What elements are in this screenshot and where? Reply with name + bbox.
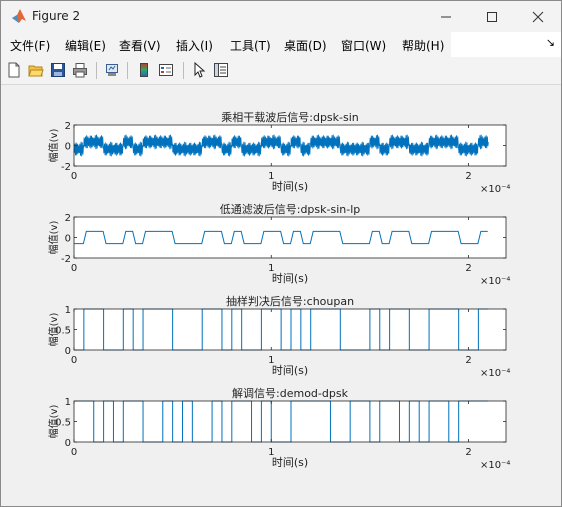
x-exponent-label: ×10⁻⁴: [480, 460, 510, 471]
x-exponent-label: ×10⁻⁴: [480, 276, 510, 287]
axes-background: [74, 217, 506, 258]
matlab-icon: [12, 9, 26, 23]
y-tick-label: 1: [65, 305, 71, 316]
toolbar-separator: [183, 62, 184, 79]
toolbar-separator: [127, 62, 128, 79]
print-icon: [73, 63, 87, 78]
x-exponent-label: ×10⁻⁴: [480, 184, 510, 195]
toolbar-separator: [96, 62, 97, 79]
x-axis-label: 时间(s): [272, 180, 308, 193]
chart-title: 低通滤波后信号:dpsk-sin-lp: [220, 203, 361, 216]
property-inspector-icon: [214, 63, 228, 77]
window-title: Figure 2: [32, 9, 81, 23]
x-tick-label: 2: [465, 447, 471, 458]
close-button[interactable]: [515, 1, 561, 32]
menu-desktop[interactable]: 桌面(D): [284, 37, 327, 54]
x-axis-label: 时间(s): [272, 272, 308, 285]
figure-window: Figure 2 文件(F) 编辑(E) 查看(V) 插入(I) 工具(T) 桌…: [0, 0, 562, 507]
y-tick-label: 2: [65, 213, 71, 224]
menu-help[interactable]: 帮助(H): [402, 37, 444, 54]
y-tick-label: 1: [65, 397, 71, 408]
y-axis-label: 幅值(v): [47, 405, 60, 439]
axes-background: [74, 401, 506, 442]
y-tick-label: 0: [65, 234, 71, 245]
y-tick-label: -2: [61, 162, 71, 173]
subplot-2: 低通滤波后信号:dpsk-sin-lp20-20 1 2×10⁻⁴时间(s)幅值(v…: [47, 203, 510, 287]
minimize-button[interactable]: [423, 1, 469, 32]
x-tick-label: 0: [71, 355, 77, 366]
insert-colorbar-button[interactable]: [135, 61, 153, 79]
menu-window[interactable]: 窗口(W): [341, 37, 386, 54]
open-file-icon: [28, 65, 44, 77]
x-tick-label: 2: [465, 355, 471, 366]
insert-colorbar-icon: [140, 63, 148, 77]
x-axis-label: 时间(s): [272, 364, 308, 377]
x-axis-label: 时间(s): [272, 456, 308, 469]
title-bar: Figure 2: [1, 1, 561, 32]
minimize-icon: [441, 16, 451, 17]
y-tick-label: 0: [65, 142, 71, 153]
save-button[interactable]: [49, 61, 67, 79]
menu-file[interactable]: 文件(F): [10, 37, 50, 54]
insert-legend-icon: [159, 64, 173, 76]
save-icon: [51, 63, 65, 77]
close-icon: [532, 11, 544, 22]
menu-insert[interactable]: 插入(I): [176, 37, 213, 54]
new-figure-button[interactable]: [5, 61, 23, 79]
x-tick-label: 2: [465, 171, 471, 182]
y-axis-label: 幅值(v): [47, 129, 60, 163]
y-tick-label: 2: [65, 121, 71, 132]
menu-tools[interactable]: 工具(T): [230, 37, 271, 54]
axes-background: [74, 309, 506, 350]
subplot-3: 抽样判决后信号:choupan10.500 1 2×10⁻⁴时间(s)幅值(v): [47, 294, 510, 379]
chart-title: 抽样判决后信号:choupan: [226, 294, 354, 308]
link-plot-icon: [106, 64, 118, 76]
menu-view[interactable]: 查看(V): [119, 37, 161, 54]
open-file-button[interactable]: [27, 61, 45, 79]
menu-edit[interactable]: 编辑(E): [65, 37, 106, 54]
y-tick-label: -2: [61, 254, 71, 265]
maximize-icon: [487, 11, 497, 22]
new-figure-icon: [8, 62, 20, 78]
x-tick-label: 0: [71, 263, 77, 274]
property-inspector-button[interactable]: [212, 61, 230, 79]
edit-plot-button[interactable]: [190, 61, 208, 79]
x-exponent-label: ×10⁻⁴: [480, 368, 510, 379]
y-axis-label: 幅值(v): [47, 221, 60, 255]
chart-title: 解调信号:demod-dpsk: [232, 386, 349, 400]
subplot-4: 解调信号:demod-dpsk10.500 1 2×10⁻⁴时间(s)幅值(v): [47, 386, 510, 471]
chart-title: 乘相干载波后信号:dpsk-sin: [221, 111, 359, 124]
figure-canvas: 乘相干载波后信号:dpsk-sin20-20 1 2×10⁻⁴时间(s)幅值(v)低…: [1, 85, 561, 505]
menu-overflow-button[interactable]: ↘: [546, 36, 555, 49]
toolbar: [1, 57, 561, 85]
menu-overflow-area: ↘: [451, 32, 561, 57]
insert-legend-button[interactable]: [157, 61, 175, 79]
x-tick-label: 2: [465, 263, 471, 274]
edit-plot-arrow-icon: [194, 62, 206, 78]
y-axis-label: 幅值(v): [47, 313, 60, 347]
maximize-button[interactable]: [469, 1, 515, 32]
link-plot-button[interactable]: [103, 61, 121, 79]
x-tick-label: 0: [71, 171, 77, 182]
x-tick-label: 0: [71, 447, 77, 458]
subplot-1: 乘相干载波后信号:dpsk-sin20-20 1 2×10⁻⁴时间(s)幅值(v): [47, 111, 510, 195]
print-button[interactable]: [71, 61, 89, 79]
